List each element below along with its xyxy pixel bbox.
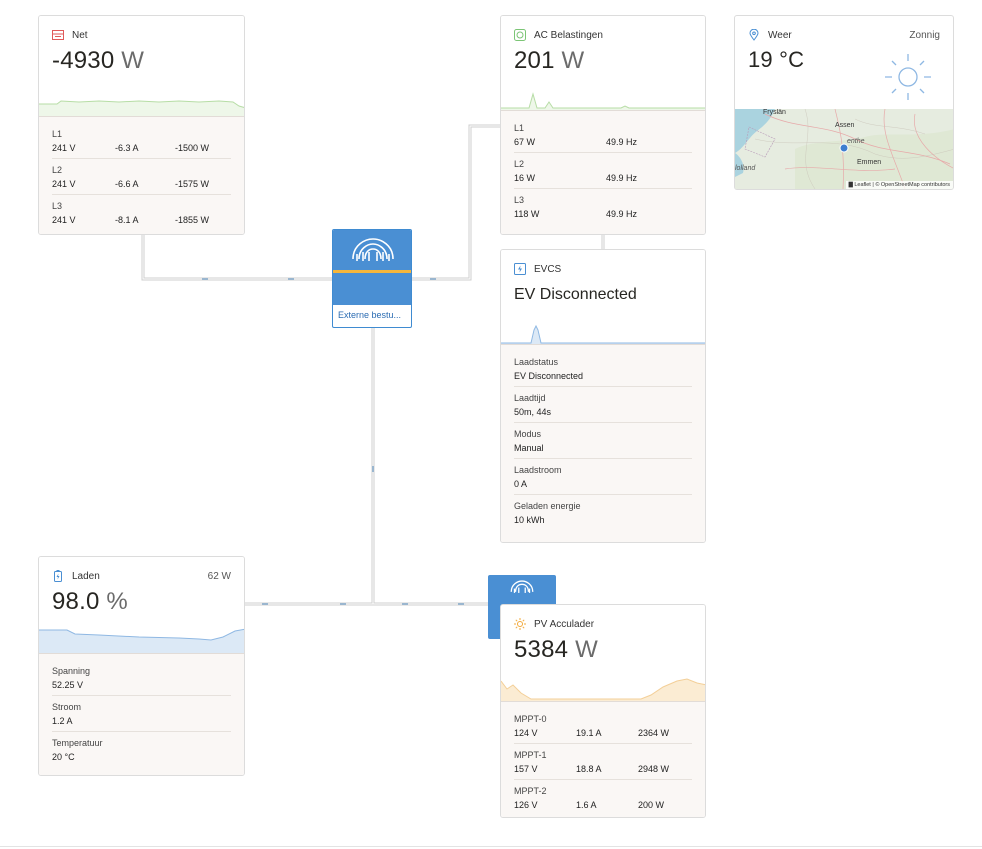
map-attribution[interactable]: ▇ Leaflet | © OpenStreetMap contributors [845, 181, 953, 189]
grid-phase-l1: L1 241 V -6.3 A -1500 W [52, 123, 231, 159]
evcs-title: EVCS [534, 263, 562, 275]
grid-title: Net [72, 29, 88, 41]
weather-map[interactable]: Fryslân Assen enthe Emmen lolland ▇ Leaf… [735, 109, 953, 189]
battery-row-temperature: Temperatuur 20 °C [52, 738, 103, 762]
battery-icon [54, 570, 62, 582]
battery-value: 98.0 % [52, 588, 128, 615]
ac-loads-card[interactable]: AC Belastingen 201 W L1 67 W 49.9 Hz L2 1… [500, 15, 706, 235]
weather-title: Weer [768, 29, 792, 41]
location-pin-icon [749, 29, 759, 41]
evcs-row-charge-time: Laadtijd 50m, 44s [514, 387, 692, 423]
evcs-row-status: Laadstatus EV Disconnected [514, 351, 692, 387]
battery-row-voltage: Spanning 52.25 V [52, 660, 231, 696]
battery-title: Laden [72, 570, 100, 582]
solar-icon [514, 618, 526, 630]
ev-charger-icon [514, 263, 526, 275]
evcs-row-mode: Modus Manual [514, 423, 692, 459]
pv-row-mppt2: MPPT-2 126 V 1.6 A 200 W [514, 786, 665, 810]
sun-icon [885, 54, 931, 100]
victron-logo-icon [510, 580, 534, 593]
pv-row-mppt0: MPPT-0 124 V 19.1 A 2364 W [514, 708, 692, 744]
grid-icon [52, 30, 64, 40]
pv-sparkline [501, 678, 705, 701]
weather-card[interactable]: Weer Zonnig 19 °C Fryslân Assen enthe Em… [734, 15, 954, 190]
ac-loads-title: AC Belastingen [534, 29, 603, 41]
map-label-holland: lolland [735, 165, 756, 172]
pv-charger-card[interactable]: PV Acculader 5384 W MPPT-0 124 V 19.1 A 23… [500, 604, 706, 818]
ac-loads-phase-l1: L1 67 W 49.9 Hz [514, 117, 692, 153]
page-bottom-divider [0, 846, 982, 847]
grid-sparkline [39, 100, 244, 116]
battery-card[interactable]: Laden 62 W 98.0 % Spanning 52.25 V Stroom… [38, 556, 245, 776]
inverter-node[interactable]: Externe bestu... [332, 229, 412, 328]
ac-loads-phase-l2: L2 16 W 49.9 Hz [514, 153, 692, 189]
map-label-assen: Assen [835, 122, 855, 129]
battery-row-current: Stroom 1.2 A [52, 696, 231, 732]
evcs-row-current: Laadstroom 0 A [514, 459, 692, 495]
grid-value: -4930 W [52, 47, 145, 74]
pv-title: PV Acculader [534, 618, 595, 630]
evcs-sparkline [501, 324, 705, 344]
victron-logo-icon [352, 238, 394, 261]
inverter-label: Externe bestu... [338, 310, 402, 320]
map-label-drenthe: enthe [847, 138, 865, 145]
grid-phase-l3: L3 241 V -8.1 A -1855 W [52, 201, 210, 225]
weather-condition: Zonnig [909, 29, 940, 41]
ac-outlet-icon [514, 29, 526, 41]
grid-phase-l2: L2 241 V -6.6 A -1575 W [52, 159, 231, 195]
evcs-card[interactable]: EVCS EV Disconnected Laadstatus EV Discon… [500, 249, 706, 543]
evcs-status-big: EV Disconnected [514, 286, 637, 303]
ac-loads-sparkline [501, 92, 705, 110]
battery-power: 62 W [207, 570, 231, 582]
ac-loads-value: 201 W [514, 47, 585, 74]
grid-card[interactable]: Net -4930 W L1 241 V -6.3 A -1500 W L2 241… [38, 15, 245, 235]
battery-sparkline [39, 628, 244, 653]
map-label-emmen: Emmen [857, 159, 882, 166]
pv-row-mppt1: MPPT-1 157 V 18.8 A 2948 W [514, 744, 692, 780]
map-label-fryslan: Fryslân [763, 109, 786, 116]
ac-loads-phase-l3: L3 118 W 49.9 Hz [514, 195, 638, 219]
pv-value: 5384 W [514, 636, 598, 663]
evcs-row-energy: Geladen energie 10 kWh [514, 501, 581, 525]
